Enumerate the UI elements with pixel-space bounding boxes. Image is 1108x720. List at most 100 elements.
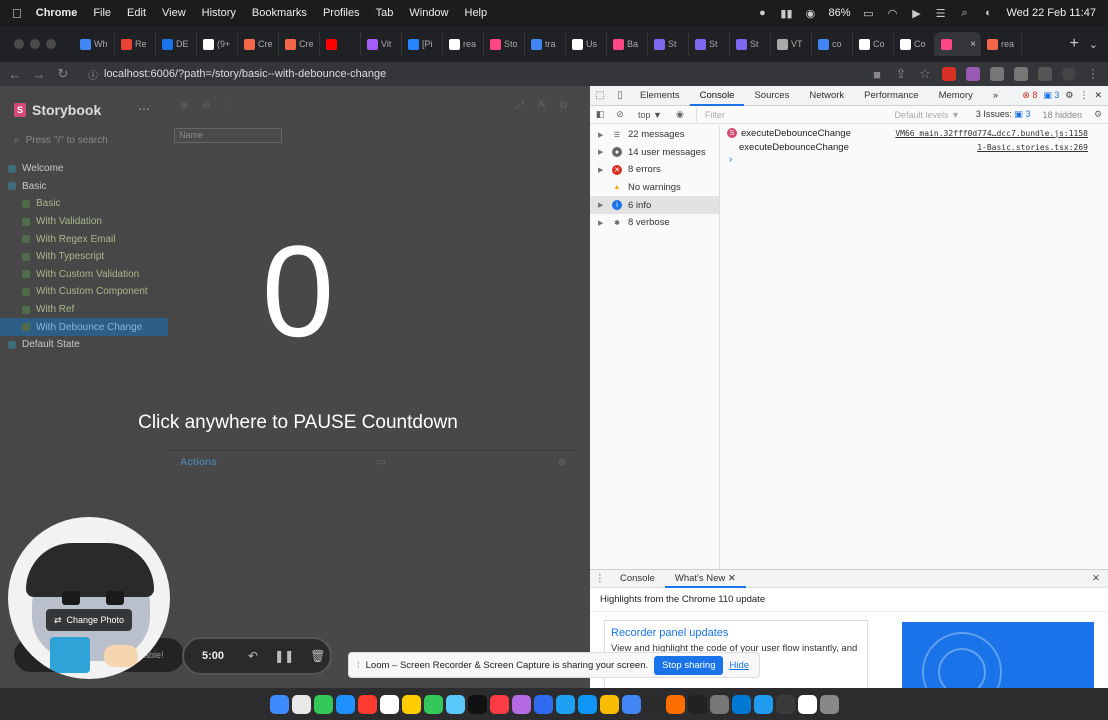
actions-tab[interactable]: Actions [180, 457, 217, 468]
camera-icon[interactable]: ■ [870, 67, 884, 82]
wifi-icon[interactable]: ◠ [887, 7, 899, 20]
menu-help[interactable]: Help [465, 7, 488, 19]
url-text[interactable]: localhost:6006/?path=/story/basic--with-… [104, 68, 386, 80]
menu-app-name[interactable]: Chrome [36, 7, 78, 19]
story-item[interactable]: With Custom Component [0, 283, 168, 301]
more-tabs-icon[interactable]: » [983, 86, 1008, 106]
extension-icon[interactable] [966, 67, 980, 81]
drawer-menu-icon[interactable]: ⋮ [590, 573, 610, 584]
name-input[interactable]: Name [174, 128, 282, 143]
drawer-tab-console[interactable]: Console [610, 570, 665, 588]
dock-app-icon[interactable] [775, 694, 795, 714]
console-filter-input[interactable]: Filter [695, 107, 885, 122]
browser-tab[interactable]: tra [525, 32, 566, 56]
reload-icon[interactable]: ↻ [56, 66, 70, 82]
story-item[interactable]: With Typescript [0, 248, 168, 266]
expand-arrow-icon[interactable]: ▶ [598, 148, 606, 156]
story-item[interactable]: Basic [0, 195, 168, 213]
dock-app-icon[interactable] [731, 694, 751, 714]
browser-tab[interactable]: Us [566, 32, 607, 56]
dock-app-icon[interactable] [511, 694, 531, 714]
tab-console[interactable]: Console [689, 86, 745, 106]
story-item[interactable]: With Debounce Change [0, 318, 168, 336]
dock-app-icon[interactable] [621, 694, 641, 714]
delete-icon[interactable]: 🗑 [310, 649, 325, 663]
site-info-icon[interactable]: ⓘ [88, 67, 98, 82]
dock-app-icon[interactable] [533, 694, 553, 714]
dock-app-icon[interactable] [335, 694, 355, 714]
browser-tab[interactable]: St [648, 32, 689, 56]
storybook-canvas[interactable]: ⊕ ⊖ ◌ ⤢ ⇱ ⧉ Name 0 Click anywhere to PAU… [138, 86, 590, 688]
log-levels-dropdown[interactable]: Default levels ▼ [884, 110, 969, 120]
dock-app-icon[interactable] [423, 694, 443, 714]
browser-tab[interactable]: (9+ [197, 32, 238, 56]
dock-app-icon[interactable] [753, 694, 773, 714]
copy-link-icon[interactable]: ⧉ [560, 100, 567, 111]
zoom-reset-icon[interactable]: ◌ [224, 100, 230, 111]
devtools-menu-icon[interactable]: ⋮ [1079, 90, 1088, 101]
device-toolbar-icon[interactable]: ▯ [610, 90, 630, 101]
minimize-window-button[interactable] [30, 39, 40, 49]
back-icon[interactable]: ← [8, 67, 22, 82]
browser-tab[interactable]: Cre [238, 32, 279, 56]
browser-tab[interactable]: Re [115, 32, 156, 56]
control-center-icon[interactable]: ☰ [935, 7, 947, 20]
storybook-logo[interactable]: S Storybook [14, 102, 101, 118]
console-filter-list[interactable]: ▶ ☰ 22 messages [590, 126, 719, 144]
console-settings-icon[interactable]: ⚙ [1088, 109, 1108, 120]
dock-app-icon[interactable] [357, 694, 377, 714]
open-new-tab-icon[interactable]: ⇱ [538, 100, 546, 111]
tab-performance[interactable]: Performance [854, 86, 928, 106]
menu-bookmarks[interactable]: Bookmarks [252, 7, 307, 19]
extension-icon[interactable] [990, 67, 1004, 81]
story-group[interactable]: Default State [0, 336, 168, 354]
pause-countdown-text[interactable]: Click anywhere to PAUSE Countdown [128, 412, 468, 434]
zoom-out-icon[interactable]: ⊖ [202, 100, 210, 111]
story-item[interactable]: With Validation [0, 213, 168, 231]
sidebar-toggle-icon[interactable]: ◧ [590, 109, 610, 120]
apple-icon[interactable]:  [12, 6, 22, 21]
live-expression-eye-icon[interactable]: ◉ [670, 109, 690, 120]
search-icon[interactable]: ⌕ [959, 7, 971, 19]
browser-tab[interactable]: rea [981, 32, 1022, 56]
browser-tab[interactable] [320, 32, 361, 56]
dock-app-icon[interactable] [643, 694, 663, 714]
stop-sharing-button[interactable]: Stop sharing [654, 655, 724, 675]
mic-icon[interactable]: ● [756, 7, 768, 19]
console-filter-verbose[interactable]: ▶ ✱ 8 verbose [590, 214, 719, 232]
console-filter-user[interactable]: ▶ ● 14 user messages [590, 144, 719, 162]
panel-close-icon[interactable]: ⊗ [558, 457, 566, 468]
clock[interactable]: Wed 22 Feb 11:47 [1007, 7, 1097, 19]
dock-app-icon[interactable] [489, 694, 509, 714]
errors-badge[interactable]: ⊗ 8 [1022, 90, 1037, 101]
expand-arrow-icon[interactable]: ▶ [598, 166, 606, 174]
story-item[interactable]: With Regex Email [0, 230, 168, 248]
browser-tab[interactable]: Wh [74, 32, 115, 56]
sidebar-search[interactable]: ⌕ Press "/" to search [10, 130, 160, 150]
inspect-element-icon[interactable]: ⬚ [590, 90, 610, 101]
tab-network[interactable]: Network [799, 86, 854, 106]
expand-arrow-icon[interactable]: ▶ [598, 131, 606, 139]
story-item[interactable]: With Ref [0, 301, 168, 319]
source-link[interactable]: VM66 main.32fff0d774…dcc7.bundle.js:1158 [895, 129, 1088, 138]
dock-app-icon[interactable] [467, 694, 487, 714]
browser-tab[interactable]: DE [156, 32, 197, 56]
forward-icon[interactable]: → [32, 67, 46, 82]
dock-app-icon[interactable] [445, 694, 465, 714]
browser-tab[interactable]: St [689, 32, 730, 56]
tab-elements[interactable]: Elements [630, 86, 690, 106]
layout-icon[interactable]: ▮▮ [780, 7, 792, 20]
dock-app-icon[interactable] [599, 694, 619, 714]
menu-history[interactable]: History [202, 7, 236, 19]
browser-tab[interactable]: [Pi [402, 32, 443, 56]
close-tab-icon[interactable]: × [970, 39, 976, 50]
restart-icon[interactable]: ↶ [248, 649, 258, 663]
browser-tab[interactable]: Vit [361, 32, 402, 56]
browser-tab[interactable]: St [730, 32, 771, 56]
menu-file[interactable]: File [93, 7, 111, 19]
browser-tab[interactable]: rea [443, 32, 484, 56]
change-photo-button[interactable]: ⇄ Change Photo [46, 609, 132, 631]
expand-arrow-icon[interactable]: ▶ [598, 219, 606, 227]
tab-memory[interactable]: Memory [929, 86, 983, 106]
zoom-in-icon[interactable]: ⊕ [180, 100, 188, 111]
